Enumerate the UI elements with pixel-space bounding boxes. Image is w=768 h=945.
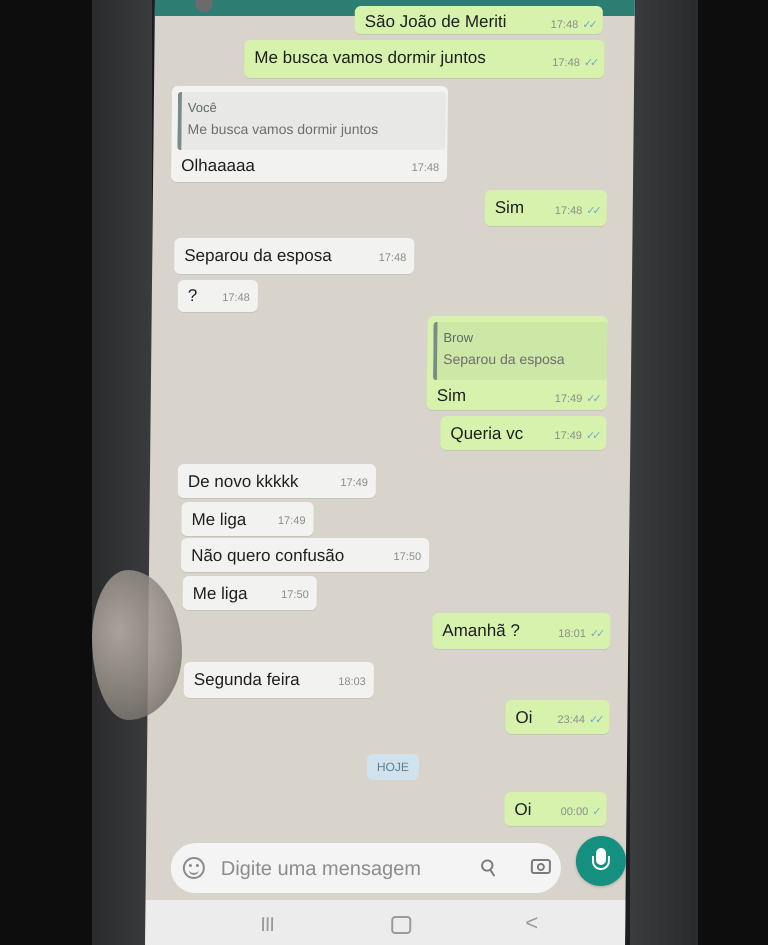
message-incoming-reply[interactable]: Você Me busca vamos dormir juntos Olhaaa…	[171, 86, 449, 182]
message-time: 17:48	[550, 19, 579, 31]
background-left	[0, 0, 92, 945]
message-outgoing[interactable]: Queria vc 17:49 ✓✓	[440, 416, 607, 450]
message-time: 17:49	[554, 393, 583, 405]
emoji-icon[interactable]	[182, 857, 205, 879]
avatar[interactable]	[194, 0, 214, 12]
chat-screen: São João de Meriti 17:48 ✓✓ Me busca vamo…	[145, 0, 635, 945]
quoted-author: Você	[187, 100, 217, 115]
message-text: São João de Meriti	[364, 12, 507, 31]
message-incoming[interactable]: Me liga 17:49	[181, 502, 314, 536]
quoted-message[interactable]: Você Me busca vamos dormir juntos	[177, 92, 446, 150]
phone-bezel-right	[630, 0, 698, 945]
message-text: De novo kkkkk	[187, 472, 299, 491]
quoted-author: Brow	[443, 330, 474, 345]
message-incoming[interactable]: Me liga 17:50	[182, 576, 317, 610]
message-time: 18:03	[338, 676, 366, 688]
message-outgoing[interactable]: Oi 00:00 ✓	[504, 792, 607, 826]
message-time: 17:48	[378, 252, 407, 264]
message-text: Me liga	[192, 584, 248, 603]
message-time: 17:49	[277, 515, 306, 527]
camera-icon[interactable]	[530, 859, 551, 874]
message-time: 17:49	[554, 430, 583, 442]
read-ticks-icon: ✓✓	[582, 19, 595, 31]
message-outgoing[interactable]: Oi 23:44 ✓✓	[505, 700, 610, 734]
message-text: Oi	[515, 708, 533, 727]
sent-tick-icon: ✓	[592, 806, 599, 818]
message-text: Segunda feira	[193, 670, 300, 689]
message-text: Sim	[436, 386, 467, 405]
message-time: 17:48	[554, 205, 583, 217]
message-composer: ⚲	[170, 843, 562, 893]
message-text: Queria vc	[450, 424, 524, 443]
message-outgoing-reply[interactable]: Brow Separou da esposa Sim 17:49 ✓✓	[426, 316, 608, 410]
read-ticks-icon: ✓✓	[586, 393, 599, 405]
message-time: 17:50	[393, 551, 422, 563]
home-icon[interactable]	[391, 916, 412, 934]
read-ticks-icon: ✓✓	[585, 430, 599, 442]
message-time: 18:01	[558, 628, 586, 640]
message-time: 00:00	[560, 806, 589, 818]
read-ticks-icon: ✓✓	[586, 205, 599, 217]
android-navbar: III <	[145, 900, 626, 945]
message-text: Oi	[514, 800, 532, 819]
message-text: Olhaaaaa	[181, 156, 256, 175]
message-time: 17:50	[281, 589, 309, 601]
message-time: 17:48	[411, 162, 440, 174]
message-text: Me liga	[191, 510, 247, 529]
message-outgoing[interactable]: Amanhã ? 18:01 ✓✓	[432, 613, 611, 649]
message-text: Me busca vamos dormir juntos	[254, 48, 486, 67]
message-text: ?	[187, 286, 198, 305]
message-outgoing[interactable]: Me busca vamos dormir juntos 17:48 ✓✓	[244, 40, 605, 78]
back-icon[interactable]: <	[525, 910, 538, 936]
mic-icon[interactable]	[575, 836, 627, 886]
paperclip-icon[interactable]: ⚲	[475, 853, 503, 884]
message-incoming[interactable]: Separou da esposa 17:48	[174, 238, 415, 274]
phone-bezel-left	[92, 0, 152, 945]
quoted-message[interactable]: Brow Separou da esposa	[432, 322, 608, 380]
quoted-text: Separou da esposa	[443, 351, 565, 367]
message-time: 23:44	[557, 714, 586, 726]
message-text: Sim	[494, 198, 525, 217]
read-ticks-icon: ✓✓	[589, 628, 603, 640]
message-incoming[interactable]: Segunda feira 18:03	[183, 662, 375, 698]
message-outgoing[interactable]: Sim 17:48 ✓✓	[484, 190, 607, 226]
message-outgoing[interactable]: São João de Meriti 17:48 ✓✓	[354, 6, 603, 34]
message-incoming[interactable]: Não quero confusão 17:50	[180, 538, 430, 572]
message-time: 17:48	[552, 57, 580, 69]
message-incoming[interactable]: De novo kkkkk 17:49	[177, 464, 377, 498]
message-text: Amanhã ?	[442, 621, 520, 640]
date-separator: HOJE	[366, 754, 420, 780]
message-text: Separou da esposa	[184, 246, 332, 265]
read-ticks-icon: ✓✓	[583, 57, 597, 69]
message-incoming[interactable]: ? 17:48	[177, 280, 259, 312]
recent-apps-icon[interactable]: III	[260, 914, 274, 937]
message-input[interactable]	[218, 853, 464, 885]
message-text: Não quero confusão	[191, 546, 345, 565]
read-ticks-icon: ✓✓	[588, 714, 602, 726]
message-time: 17:48	[222, 292, 250, 304]
background-right	[698, 0, 768, 945]
message-time: 17:49	[340, 477, 368, 489]
quoted-text: Me busca vamos dormir juntos	[187, 121, 379, 137]
